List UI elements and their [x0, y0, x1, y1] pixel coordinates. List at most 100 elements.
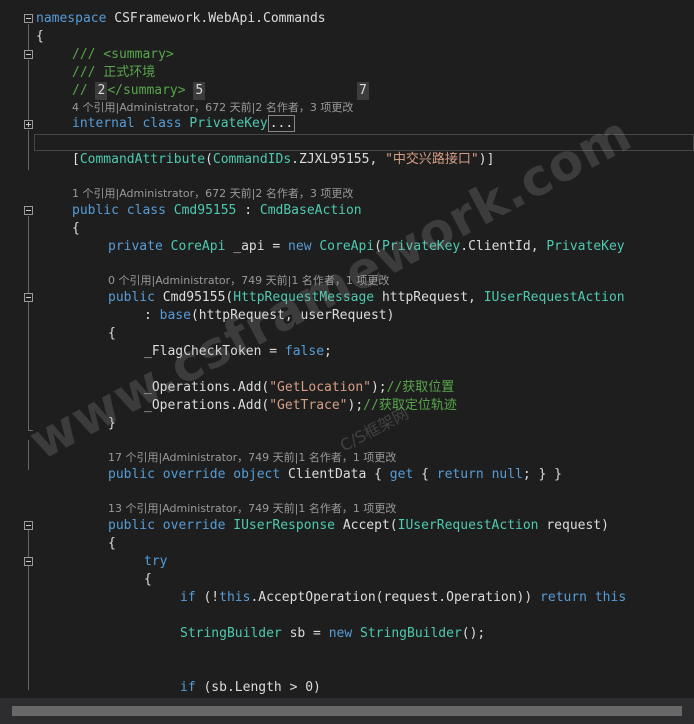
punct: ( [205, 152, 213, 167]
comment: //获取位置 [386, 380, 455, 395]
code-line[interactable]: [CommandAttribute(CommandIDs.ZJXL95155, … [72, 151, 494, 169]
code-line[interactable]: public override IUserResponse Accept(IUs… [108, 517, 609, 535]
punct: { [413, 467, 437, 482]
keyword: false [284, 344, 325, 359]
string: "GetLocation" [269, 380, 371, 395]
type-name: PrivateKey [189, 116, 268, 131]
keyword: this [219, 590, 251, 605]
type-name: CommandIDs [212, 152, 292, 167]
param: httpRequest, [374, 290, 484, 305]
code-editor[interactable]: namespace CSFramework.WebApi.Commands { … [0, 0, 694, 698]
code-line[interactable]: { [108, 325, 116, 343]
horizontal-scrollbar[interactable] [0, 698, 694, 724]
keyword: try [144, 554, 168, 569]
property-name: ClientData { [280, 467, 390, 482]
code-line[interactable]: // 2 </summary> 5 [72, 82, 206, 100]
collapse-icon[interactable] [24, 557, 33, 566]
outline-guide [28, 302, 29, 430]
code-line[interactable]: public override object ClientData { get … [108, 466, 562, 484]
code-line[interactable]: /// <summary> [72, 46, 174, 64]
collapse-icon[interactable] [24, 293, 33, 302]
keyword: namespace [36, 11, 107, 26]
keyword: public [108, 290, 155, 305]
collapse-icon[interactable] [24, 50, 33, 59]
comment: // [72, 83, 88, 98]
type-name: Cmd95155 [173, 203, 237, 218]
step-marker: 2 [95, 82, 108, 100]
punct: ); [370, 380, 387, 395]
punct: ; [324, 344, 332, 359]
type-name: CommandAttribute [79, 152, 206, 167]
punct: (! [195, 590, 220, 605]
condition: (sb.Length > 0) [195, 680, 321, 695]
code-line[interactable]: public class Cmd95155 : CmdBaseAction [72, 202, 362, 220]
keyword: public [108, 518, 155, 533]
code-line[interactable]: internal class PrivateKey... [72, 115, 296, 133]
keyword: internal [72, 116, 135, 131]
expand-icon[interactable] [24, 120, 33, 129]
type-name: IUserResponse [233, 518, 335, 533]
keyword: private [108, 239, 163, 254]
type-name: IUserRequestAction [483, 290, 625, 305]
step-marker-line: 7 [357, 82, 369, 100]
step-marker: 5 [193, 82, 206, 100]
keyword: null [491, 467, 523, 482]
collapsed-region[interactable]: ... [267, 115, 296, 132]
method-name: Accept( [335, 518, 398, 533]
brace: { [108, 326, 116, 341]
punct: : [236, 203, 260, 218]
keyword: if [180, 680, 196, 695]
comment: </summary> [107, 83, 186, 98]
collapse-icon[interactable] [24, 521, 33, 530]
scrollbar-thumb[interactable] [12, 706, 682, 716]
collapse-icon[interactable] [24, 14, 33, 23]
keyword: override [162, 518, 226, 533]
type-name: CoreApi [170, 239, 226, 254]
type-name: PrivateKey [546, 239, 625, 254]
codelens-info[interactable]: 4 个引用|Administrator，672 天前|2 名作者，3 项更改 [72, 101, 353, 115]
keyword: public [108, 467, 155, 482]
codelens-info[interactable]: 17 个引用|Administrator，749 天前|1 名作者，1 项更改 [108, 451, 396, 465]
variable: sb = [281, 626, 329, 641]
keyword: new [328, 626, 353, 641]
keyword: return [436, 467, 484, 482]
outline-guide [28, 60, 29, 120]
type-name: StringBuilder [180, 626, 282, 641]
code-line[interactable]: if (!this.AcceptOperation(request.Operat… [180, 589, 626, 607]
collapse-icon[interactable] [24, 206, 33, 215]
keyword: get [389, 467, 414, 482]
code-line[interactable]: { [72, 220, 80, 238]
brace: { [108, 536, 116, 551]
keyword: return [540, 590, 588, 605]
string: "中交兴路接口" [385, 152, 479, 167]
codelens-info[interactable]: 1 个引用|Administrator，672 天前|2 名作者，3 项更改 [72, 187, 353, 201]
keyword: new [288, 239, 312, 254]
outline-guide [28, 440, 29, 470]
keyword: if [180, 590, 196, 605]
comment: //获取定位轨迹 [363, 398, 457, 413]
codelens-info[interactable]: 13 个引用|Administrator，749 天前|1 名作者，1 项更改 [108, 502, 396, 516]
code-line[interactable]: StringBuilder sb = new StringBuilder(); [180, 625, 485, 643]
keyword: public [72, 203, 119, 218]
code-line[interactable]: /// 正式环境 [72, 64, 155, 82]
code-line[interactable]: namespace CSFramework.WebApi.Commands [36, 10, 326, 28]
punct: (); [461, 626, 486, 641]
comment: /// <summary> [72, 47, 174, 62]
code-line[interactable]: { [108, 535, 116, 553]
outline-guide [28, 130, 29, 170]
code-line[interactable]: if (sb.Length > 0) [180, 679, 321, 697]
call: .AcceptOperation(request.Operation)) [250, 590, 541, 605]
code-line[interactable]: _Operations.Add("GetTrace");//获取定位轨迹 [144, 397, 457, 415]
brace: { [72, 221, 80, 236]
keyword: override [162, 467, 226, 482]
punct: : [144, 308, 160, 323]
string: "GetTrace" [269, 398, 348, 413]
comment: /// 正式环境 [72, 65, 156, 80]
brace: { [144, 572, 152, 587]
punct: )] [478, 152, 495, 167]
code-line[interactable]: { [144, 571, 152, 589]
keyword: base [159, 308, 191, 323]
code-line[interactable]: try [144, 553, 167, 571]
code-line[interactable]: { [36, 28, 44, 46]
keyword: class [142, 116, 182, 131]
